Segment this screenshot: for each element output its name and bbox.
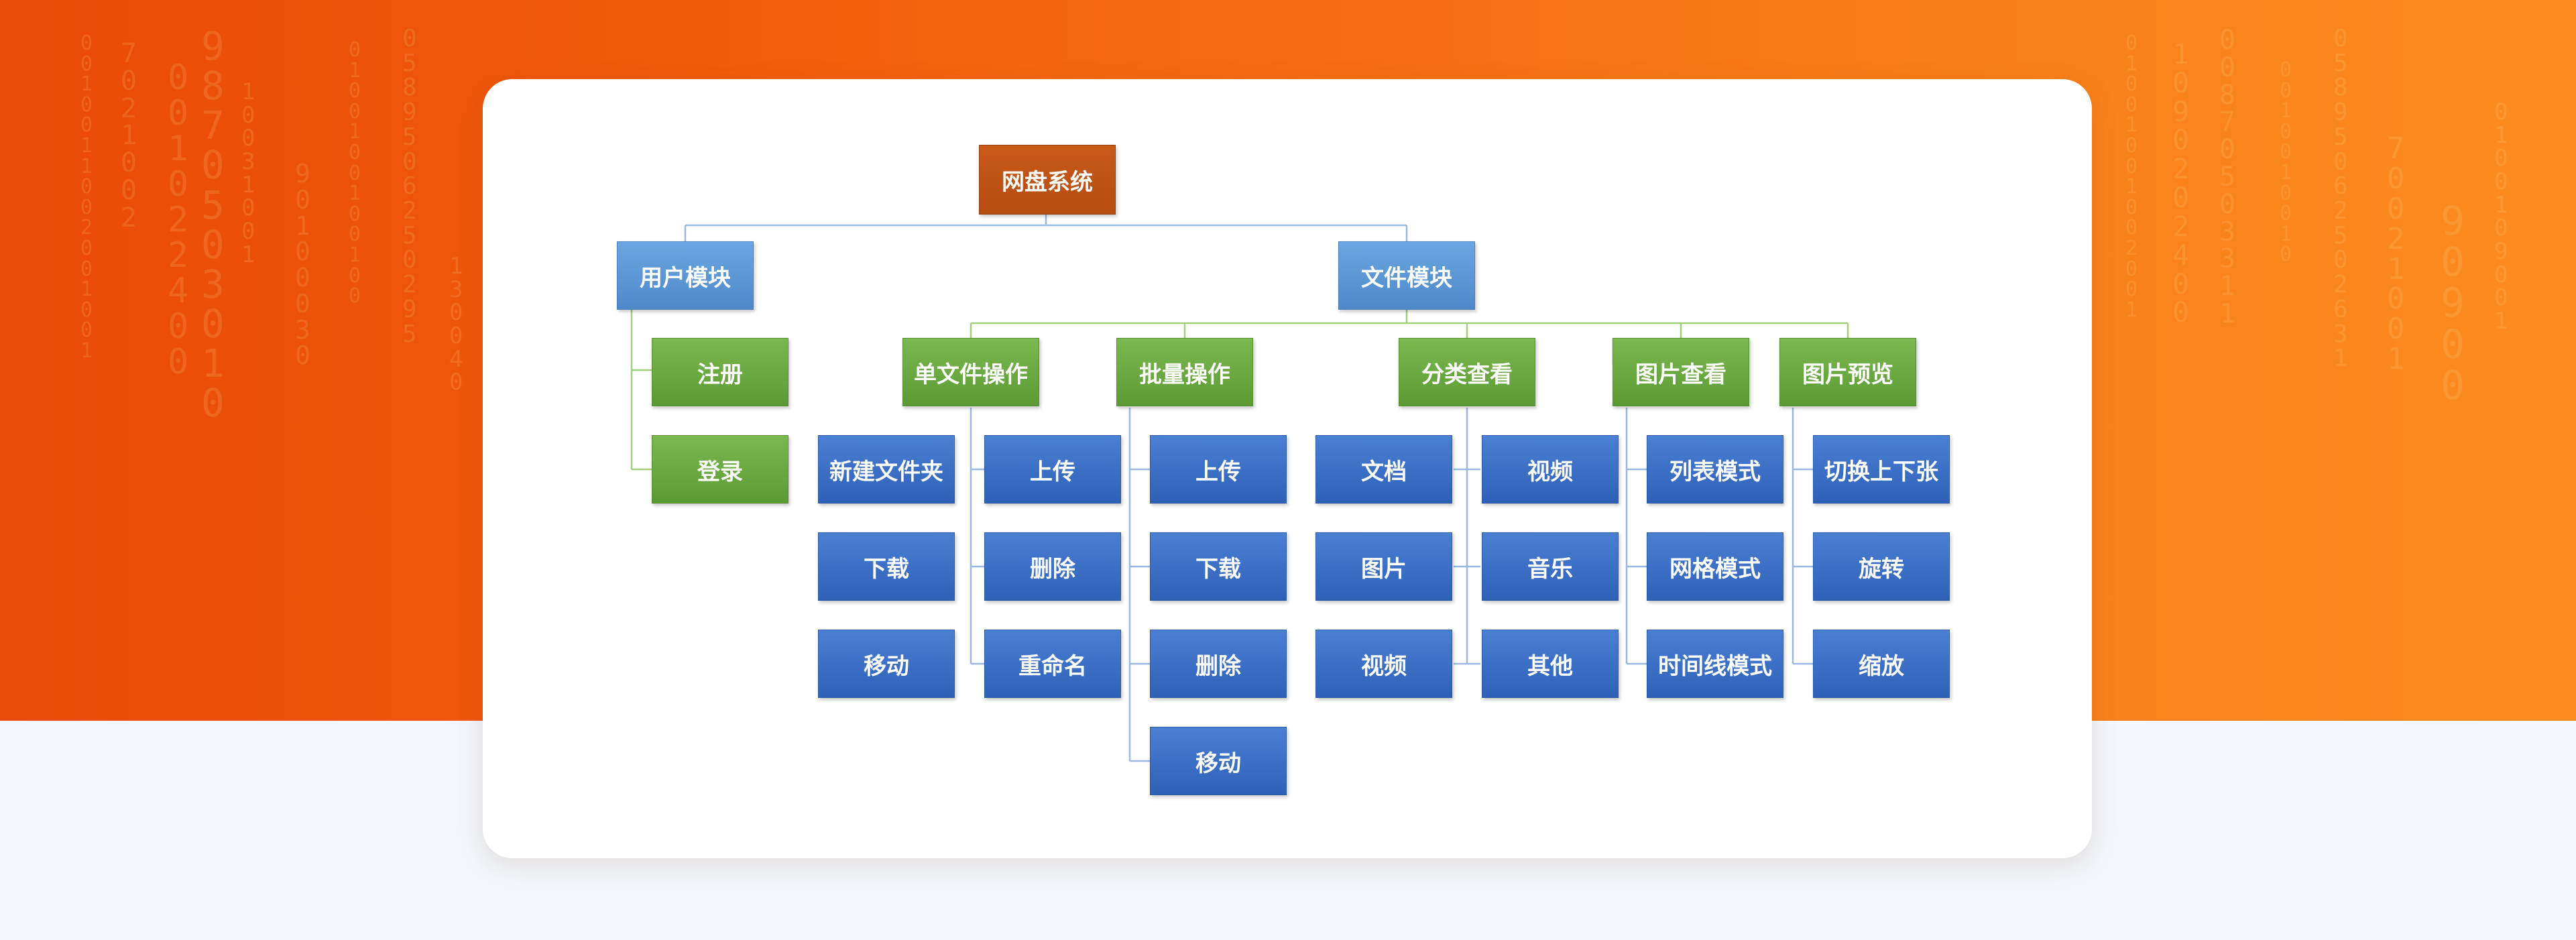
node-category-video-2: 视频	[1315, 630, 1452, 698]
connector-batch-ops	[1128, 408, 1150, 762]
connector-image-view	[1625, 408, 1647, 665]
node-image-view: 图片查看	[1613, 338, 1749, 406]
connector-file-module-groups	[970, 310, 1849, 339]
node-upload: 上传	[984, 435, 1121, 504]
code-rain-decoration: 7 0 0 2 1 0 0 1	[2387, 131, 2405, 377]
node-switch-prev-next: 切换上下张	[1813, 435, 1950, 504]
node-user-module: 用户模块	[617, 241, 754, 310]
node-register: 注册	[652, 338, 788, 406]
node-login: 登录	[652, 435, 788, 504]
code-rain-decoration: 0 0 1 0 0 1 0 0 1 0	[2280, 58, 2292, 267]
node-batch-move: 移动	[1150, 727, 1287, 795]
code-rain-decoration: 9 0 9 0 0	[2441, 198, 2465, 409]
node-category-music: 音乐	[1482, 532, 1619, 601]
code-rain-decoration: 0 5 8 9 5 0 6 2 5 0 2 6 3 1	[2333, 25, 2348, 373]
code-rain-decoration: 1 0 0 3 1 0 0 1	[241, 78, 255, 268]
code-rain-decoration: 0 1 0 0 1 0 0 1 0 0 1 0 0	[349, 38, 361, 308]
code-rain-decoration: 0 0 1 0 2 2 4 0 0	[168, 58, 189, 383]
connector-category-view	[1454, 408, 1480, 665]
connector-user-module-children	[630, 310, 652, 471]
node-single-file-ops: 单文件操作	[902, 338, 1039, 406]
node-category-video: 视频	[1482, 435, 1619, 504]
node-category-images: 图片	[1315, 532, 1452, 601]
connector-root-to-modules	[684, 215, 1408, 241]
connector-image-preview	[1792, 408, 1813, 665]
code-rain-decoration: 0 0 1 0 0 1 1 0 0 2 0 0 1 0 0 1	[80, 32, 93, 363]
node-delete: 删除	[984, 532, 1121, 601]
diagram-card: 网盘系统 用户模块 文件模块 注册 登录 单文件操作 批量操作 分类查看 图片查…	[483, 79, 2092, 858]
node-image-preview: 图片预览	[1779, 338, 1916, 406]
node-grid-mode: 网格模式	[1647, 532, 1783, 601]
code-rain-decoration: 1 3 0 0 4 0	[449, 253, 463, 396]
code-rain-decoration: 9 8 7 0 5 0 3 0 1 0	[201, 23, 225, 426]
code-rain-decoration: 0 0 8 7 0 5 0 3 3 1 1	[2219, 25, 2236, 329]
node-zoom: 缩放	[1813, 630, 1950, 698]
node-category-view: 分类查看	[1399, 338, 1535, 406]
code-rain-decoration: 1 0 9 0 2 0 2 4 0 0	[2172, 38, 2190, 329]
node-rename: 重命名	[984, 630, 1121, 698]
node-move: 移动	[818, 630, 955, 698]
node-download: 下载	[818, 532, 955, 601]
node-root: 网盘系统	[979, 145, 1116, 215]
node-batch-ops: 批量操作	[1116, 338, 1253, 406]
code-rain-decoration: 9 0 1 0 0 0 3 0	[295, 159, 310, 371]
node-file-module: 文件模块	[1338, 241, 1475, 310]
node-timeline-mode: 时间线模式	[1647, 630, 1783, 698]
node-new-folder: 新建文件夹	[818, 435, 955, 504]
node-category-documents: 文档	[1315, 435, 1452, 504]
code-rain-decoration: 0 1 0 0 1 0 9 0 0 1	[2494, 99, 2508, 335]
node-batch-delete: 删除	[1150, 630, 1287, 698]
node-list-mode: 列表模式	[1647, 435, 1783, 504]
code-rain-decoration: 0 5 8 9 5 0 6 2 5 0 2 9 5	[402, 25, 417, 348]
node-batch-download: 下载	[1150, 532, 1287, 601]
code-rain-decoration: 0 1 0 0 1 0 0 1 0 0 2 0 0 1	[2125, 32, 2138, 322]
connector-single-file-ops	[970, 408, 984, 665]
node-batch-upload: 上传	[1150, 435, 1287, 504]
node-rotate: 旋转	[1813, 532, 1950, 601]
node-category-other: 其他	[1482, 630, 1619, 698]
code-rain-decoration: 7 0 2 1 0 0 2	[121, 38, 137, 233]
